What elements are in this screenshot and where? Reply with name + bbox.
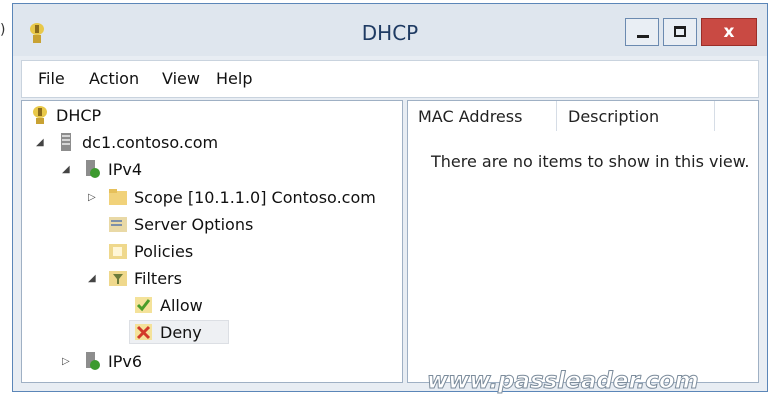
stray-character: ): [0, 22, 6, 38]
tree-label-ipv4: IPv4: [108, 160, 143, 179]
dhcp-window: DHCP x File Action View Help DHCP ◢ dc1.…: [12, 3, 768, 394]
x-icon: [135, 324, 152, 340]
server-icon: [61, 133, 71, 151]
column-header-description[interactable]: Description: [568, 107, 659, 126]
close-button[interactable]: x: [701, 18, 757, 46]
server-options-icon: [109, 217, 127, 232]
maximize-icon: [674, 26, 686, 37]
tree-label-deny: Deny: [160, 323, 202, 342]
minimize-button[interactable]: [625, 18, 659, 46]
tree-label-dhcp: DHCP: [56, 106, 102, 125]
tree-node-deny[interactable]: Deny: [26, 322, 226, 344]
menu-action[interactable]: Action: [89, 69, 139, 88]
tree-label-allow: Allow: [160, 296, 203, 315]
tree-node-ipv4[interactable]: ◢ IPv4: [26, 159, 226, 181]
tree-node-allow[interactable]: Allow: [26, 295, 226, 317]
console-tree: DHCP ◢ dc1.contoso.com ◢ IPv4 ▷ Scope [1…: [21, 100, 403, 383]
tree-label-policies: Policies: [134, 242, 194, 261]
tree-label-ipv6: IPv6: [108, 352, 143, 371]
ipv4-icon: [86, 160, 100, 178]
maximize-button[interactable]: [663, 18, 697, 46]
tree-node-filters[interactable]: ◢ Filters: [26, 268, 226, 290]
expand-arrow-icon[interactable]: ▷: [62, 356, 70, 367]
tree-node-dhcp[interactable]: DHCP: [26, 105, 226, 127]
collapse-arrow-icon[interactable]: ◢: [36, 137, 44, 148]
column-header-mac-address[interactable]: MAC Address: [418, 107, 522, 126]
watermark: www.passleader.com: [427, 368, 700, 394]
close-icon: x: [723, 22, 735, 42]
tree-label-scope: Scope [10.1.1.0] Contoso.com: [134, 188, 376, 207]
expand-arrow-icon[interactable]: ▷: [88, 192, 96, 203]
empty-list-message: There are no items to show in this view.: [431, 152, 750, 171]
policies-icon: [109, 244, 127, 259]
menu-view[interactable]: View: [162, 69, 200, 88]
tree-label-server: dc1.contoso.com: [82, 133, 219, 152]
dhcp-icon: [33, 106, 47, 124]
tree-node-policies[interactable]: Policies: [26, 241, 226, 263]
tree-node-scope[interactable]: ▷ Scope [10.1.1.0] Contoso.com: [26, 187, 396, 209]
column-divider[interactable]: [556, 101, 557, 131]
collapse-arrow-icon[interactable]: ◢: [62, 164, 70, 175]
filter-icon: [109, 271, 127, 286]
column-divider[interactable]: [714, 101, 715, 131]
tree-node-server-options[interactable]: Server Options: [26, 214, 286, 236]
menu-help[interactable]: Help: [216, 69, 252, 88]
title-bar[interactable]: DHCP x: [13, 4, 767, 56]
tree-node-ipv6[interactable]: ▷ IPv6: [26, 351, 226, 373]
menu-file[interactable]: File: [38, 69, 65, 88]
ipv6-icon: [86, 352, 100, 370]
menu-bar: File Action View Help: [21, 60, 759, 98]
tree-label-filters: Filters: [134, 269, 182, 288]
tree-label-server-options: Server Options: [134, 215, 254, 234]
tree-node-server[interactable]: ◢ dc1.contoso.com: [26, 132, 286, 154]
results-pane: MAC Address Description There are no ite…: [407, 100, 759, 383]
minimize-icon: [637, 35, 649, 38]
folder-icon: [109, 189, 127, 205]
collapse-arrow-icon[interactable]: ◢: [88, 273, 96, 284]
check-icon: [135, 297, 152, 313]
